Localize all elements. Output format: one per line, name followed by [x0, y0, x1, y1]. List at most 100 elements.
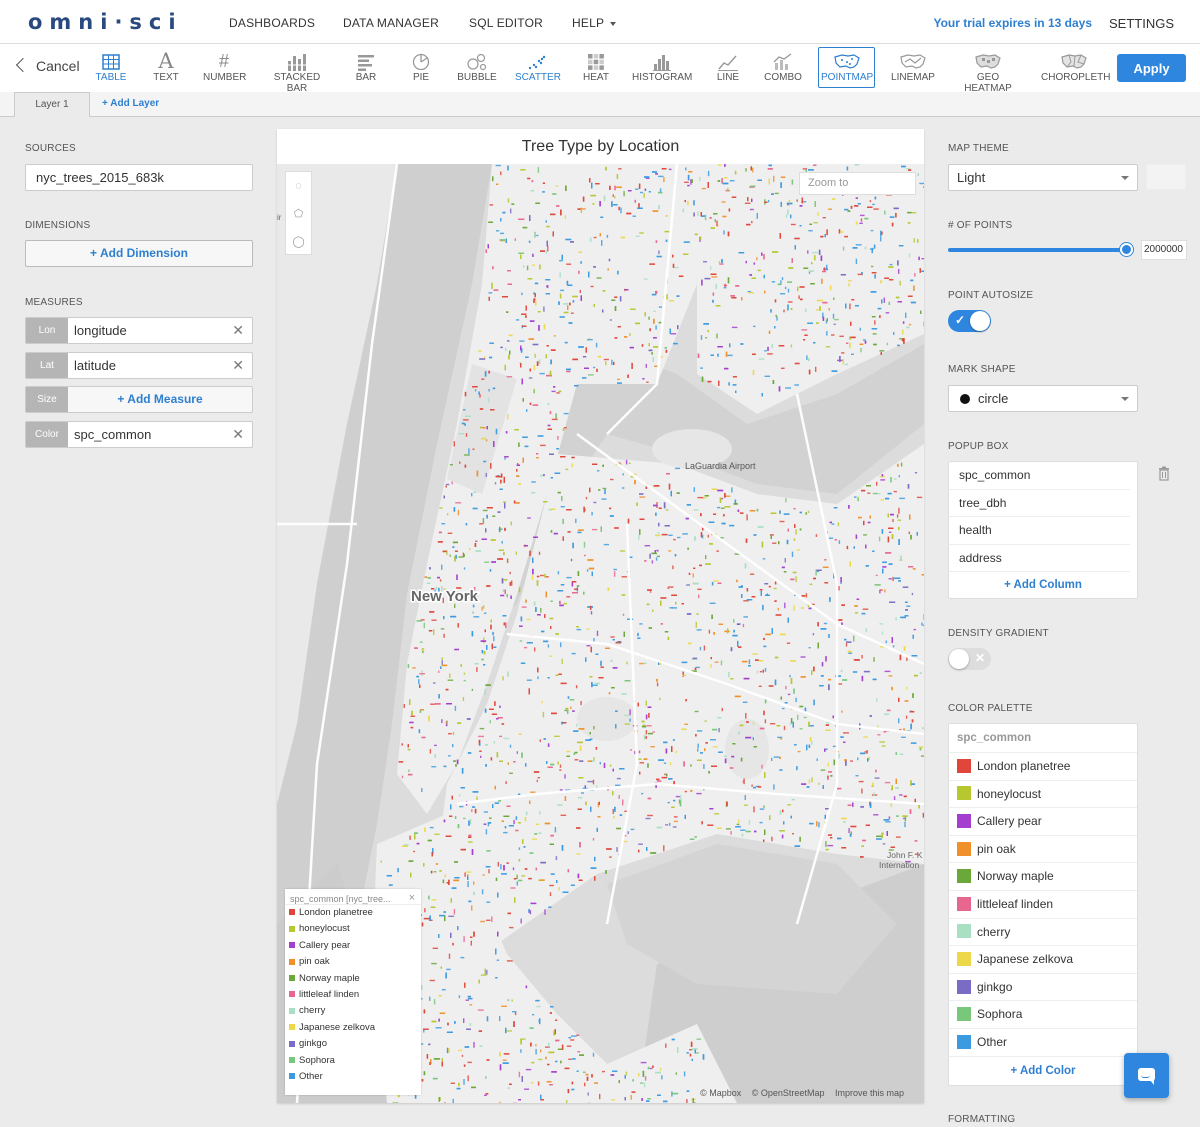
tree-point — [493, 441, 495, 447]
tree-point — [507, 198, 510, 203]
tree-point — [899, 654, 902, 661]
chart-type-table[interactable]: TABLE — [94, 50, 128, 88]
tree-point — [537, 435, 544, 437]
chart-type-text[interactable]: A TEXT — [150, 50, 182, 88]
tree-point — [522, 436, 528, 438]
tree-point — [518, 879, 523, 882]
chart-type-histogram[interactable]: HISTOGRAM — [632, 50, 692, 88]
nav-data-manager[interactable]: DATA MANAGER — [343, 16, 439, 30]
cancel-button[interactable]: Cancel — [15, 57, 80, 74]
tree-point — [637, 207, 643, 209]
tree-point — [454, 556, 456, 562]
tab-layer-1[interactable]: Layer 1 — [14, 92, 90, 117]
source-field[interactable]: nyc_trees_2015_683k — [25, 164, 253, 191]
tree-point — [583, 506, 585, 513]
tree-point — [401, 743, 403, 746]
tree-point — [457, 509, 460, 516]
tree-point — [599, 761, 601, 765]
nav-help[interactable]: HELP — [572, 16, 616, 30]
chart-type-pointmap[interactable]: POINTMAP — [818, 47, 875, 88]
tree-point — [522, 398, 524, 402]
chart-type-linemap[interactable]: LINEMAP — [889, 50, 937, 88]
trial-notice[interactable]: Your trial expires in 13 days — [933, 16, 1092, 30]
settings-link[interactable]: SETTINGS — [1109, 16, 1174, 31]
tree-point — [860, 218, 863, 222]
tree-point — [682, 674, 686, 676]
tree-point — [445, 688, 449, 691]
tree-point — [410, 872, 412, 878]
close-icon[interactable]: ✕ — [232, 353, 244, 378]
tree-point — [821, 662, 824, 667]
tree-point — [432, 947, 438, 949]
tree-point — [659, 188, 662, 193]
tree-point — [582, 356, 587, 358]
omnisci-logo[interactable]: omni·sci — [28, 10, 183, 34]
tree-point — [867, 758, 869, 762]
tree-point — [520, 1039, 522, 1045]
tree-point — [892, 519, 894, 522]
tree-point — [441, 664, 448, 667]
tree-point — [523, 265, 525, 268]
nav-sql-editor[interactable]: SQL EDITOR — [469, 16, 543, 30]
tree-point — [723, 284, 727, 287]
tree-point — [730, 831, 732, 835]
tree-point — [727, 628, 729, 634]
chart-type-geo-heatmap[interactable]: GEO HEATMAP — [952, 50, 1024, 94]
chart-type-bubble[interactable]: BUBBLE — [457, 50, 497, 88]
add-dimension-button[interactable]: + Add Dimension — [25, 240, 253, 267]
pointmap[interactable]: LaGuardia Airport New York John F. K Int… — [277, 164, 924, 1103]
add-layer-button[interactable]: + Add Layer — [102, 98, 159, 109]
chart-type-stacked-bar[interactable]: STACKED BAR — [264, 50, 330, 94]
tree-point — [480, 755, 482, 758]
tree-point — [865, 824, 870, 826]
tree-point — [485, 1093, 489, 1095]
nav-dashboards[interactable]: DASHBOARDS — [229, 16, 315, 30]
tree-point — [506, 1030, 512, 1032]
tree-point — [431, 1020, 437, 1023]
tree-point — [826, 331, 828, 336]
tree-point — [781, 834, 784, 839]
tree-point — [629, 333, 631, 336]
tree-point — [716, 333, 718, 339]
tree-point — [654, 365, 658, 367]
tree-point — [565, 707, 569, 710]
chart-type-combo[interactable]: COMBO — [764, 50, 802, 88]
measure-size[interactable]: Size + Add Measure — [25, 386, 253, 413]
measure-lat[interactable]: Lat latitude ✕ — [25, 352, 253, 379]
tree-point — [687, 201, 689, 206]
close-icon[interactable]: ✕ — [232, 318, 244, 343]
chart-type-bar[interactable]: BAR — [352, 50, 380, 88]
tree-point — [536, 453, 539, 455]
close-icon[interactable]: ✕ — [232, 422, 244, 447]
chart-type-line[interactable]: LINE — [713, 50, 743, 88]
tree-point — [893, 796, 896, 800]
apply-button[interactable]: Apply — [1117, 54, 1186, 82]
tree-point — [529, 402, 532, 405]
tree-point — [605, 647, 610, 649]
chart-type-number[interactable]: # NUMBER — [203, 50, 246, 88]
tree-point — [459, 805, 464, 808]
measure-lon[interactable]: Lon longitude ✕ — [25, 317, 253, 344]
tree-point — [592, 1052, 595, 1057]
tree-point — [494, 701, 496, 706]
tree-point — [902, 815, 908, 817]
tree-point — [683, 241, 690, 243]
chart-type-scatter[interactable]: SCATTER — [515, 50, 561, 88]
chart-type-choropleth[interactable]: CHOROPLETH — [1041, 50, 1110, 88]
tree-point — [873, 792, 875, 796]
measure-color[interactable]: Color spc_common ✕ — [25, 421, 253, 448]
chart-type-pie[interactable]: PIE — [409, 50, 433, 88]
tree-point — [841, 817, 847, 820]
tree-point — [815, 534, 818, 537]
chart-type-heat[interactable]: HEAT — [580, 50, 612, 88]
tree-point — [655, 534, 661, 537]
tree-point — [615, 784, 621, 786]
tree-point — [621, 576, 627, 578]
tree-point — [432, 1077, 438, 1080]
tree-point — [762, 558, 766, 560]
tree-point — [658, 175, 664, 178]
tree-point — [673, 538, 676, 541]
add-measure-button[interactable]: + Add Measure — [68, 387, 252, 412]
tree-point — [809, 822, 814, 825]
tree-point — [847, 650, 852, 653]
